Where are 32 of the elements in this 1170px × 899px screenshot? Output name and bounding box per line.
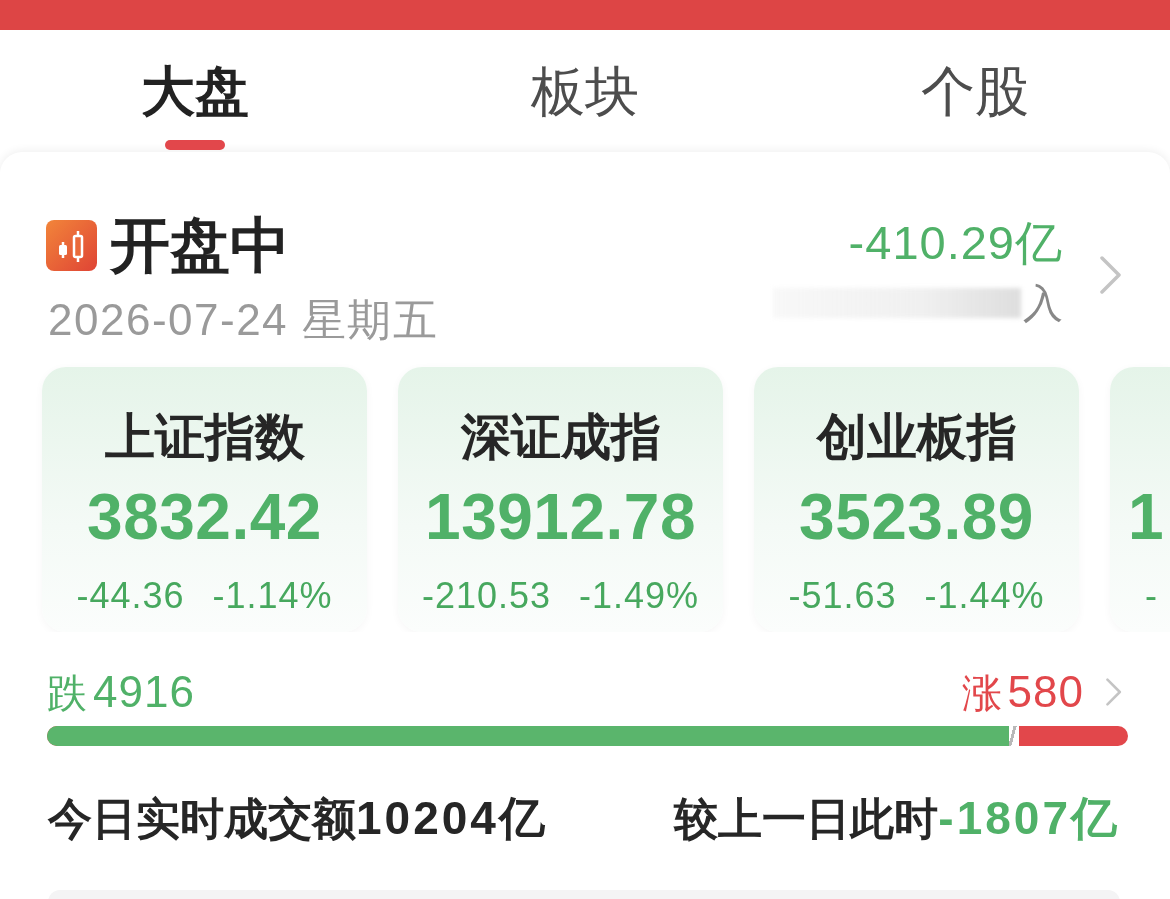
turnover-comparison: 较上一日此时-1807亿 <box>674 790 1120 846</box>
market-status: 开盘中 <box>110 209 290 282</box>
index-change-percent: -1.14% <box>212 574 333 618</box>
index-change: -210.53 <box>421 574 551 618</box>
index-change: -51.63 <box>788 574 897 618</box>
chevron-right-icon[interactable] <box>1106 677 1122 707</box>
falling-count: 跌4916 <box>47 665 195 718</box>
index-change-percent: -1.49% <box>579 574 700 618</box>
net-flow-label: 入 <box>1023 279 1063 328</box>
index-value: 1 <box>1128 481 1165 553</box>
index-change: - <box>1145 574 1158 618</box>
tab[interactable]: 大盘 <box>137 58 253 126</box>
net-flow-value: -410.29亿 <box>848 215 1063 271</box>
index-change-percent: -1.44% <box>924 574 1045 618</box>
index-name: 创业板指 <box>816 408 1017 466</box>
index-card[interactable]: 上证指数 3832.42 -44.36 -1.14% <box>42 367 367 632</box>
rising-count: 涨580 <box>961 665 1084 718</box>
index-card[interactable]: 创业板指 3523.89 -51.63 -1.44% <box>754 367 1079 632</box>
trade-date: 2026-07-24 星期五 <box>47 294 439 346</box>
index-change: -44.36 <box>76 574 185 618</box>
chevron-right-icon[interactable] <box>1100 256 1122 294</box>
index-value: 3523.89 <box>799 481 1034 553</box>
index-name: 深证成指 <box>460 408 661 466</box>
tab-indicator <box>165 140 225 150</box>
index-value: 3832.42 <box>87 481 322 553</box>
index-value: 13912.78 <box>425 481 696 553</box>
tab[interactable]: 个股 <box>917 58 1033 126</box>
index-card[interactable]: 深证成指 13912.78 -210.53 -1.49% <box>398 367 723 632</box>
candlestick-icon <box>46 219 97 271</box>
index-name: 上证指数 <box>104 408 305 466</box>
turnover-text: 今日实时成交额10204亿 <box>48 790 548 846</box>
tab[interactable]: 板块 <box>527 58 643 126</box>
